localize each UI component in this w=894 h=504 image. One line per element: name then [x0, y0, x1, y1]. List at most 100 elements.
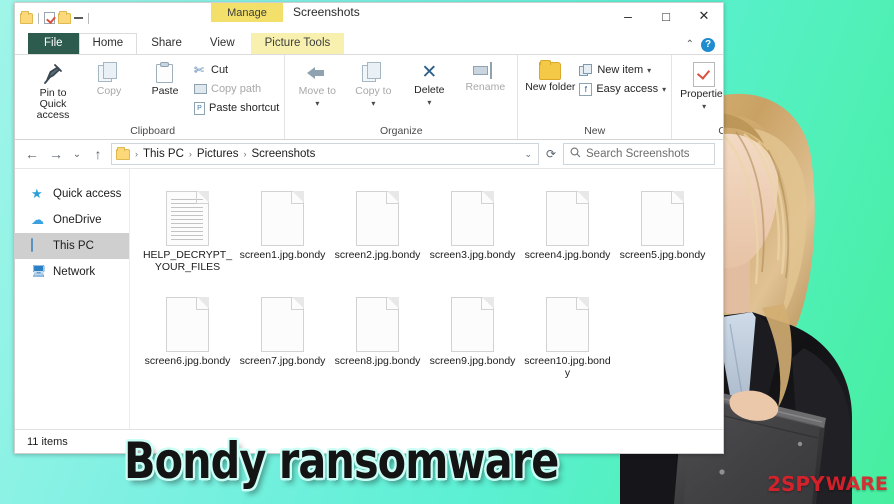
- easy-access-button[interactable]: f Easy access ▾: [579, 81, 666, 97]
- copy-path-button[interactable]: Copy path: [194, 81, 279, 97]
- copy-to-button[interactable]: Copy to ▾: [346, 58, 400, 108]
- blank-file-icon: [261, 296, 304, 352]
- page-fold: [291, 190, 304, 204]
- file-item[interactable]: screen8.jpg.bondy: [330, 289, 425, 389]
- maximize-button[interactable]: □: [647, 3, 685, 29]
- paste-button[interactable]: Paste: [138, 58, 192, 97]
- tab-share[interactable]: Share: [137, 33, 196, 54]
- sidebar-item-label-this-pc: This PC: [53, 240, 94, 252]
- copy-to-caret-icon[interactable]: ▾: [371, 99, 375, 108]
- new-folder-button[interactable]: New folder: [523, 58, 577, 93]
- page-fold: [481, 296, 494, 310]
- paste-shortcut-button[interactable]: P Paste shortcut: [194, 100, 279, 116]
- file-item[interactable]: screen6.jpg.bondy: [140, 289, 235, 389]
- file-item[interactable]: screen3.jpg.bondy: [425, 183, 520, 283]
- file-item[interactable]: screen7.jpg.bondy: [235, 289, 330, 389]
- breadcrumb-separator-1: ›: [188, 149, 192, 159]
- breadcrumb-item-this-pc[interactable]: This PC: [143, 148, 184, 160]
- chevron-up-icon[interactable]: ⌃: [686, 39, 694, 50]
- breadcrumb-item-pictures[interactable]: Pictures: [197, 148, 239, 160]
- document-lines: [171, 198, 203, 240]
- file-item[interactable]: screen10.jpg.bondy: [520, 289, 615, 389]
- file-icon-wrap: [166, 187, 209, 249]
- delete-caret-icon[interactable]: ▾: [427, 98, 431, 107]
- easy-access-caret-icon[interactable]: ▾: [662, 85, 666, 94]
- file-item[interactable]: screen4.jpg.bondy: [520, 183, 615, 283]
- new-item-caret-icon[interactable]: ▾: [647, 66, 651, 75]
- tab-home[interactable]: Home: [78, 33, 138, 54]
- file-icon-wrap: [451, 293, 494, 355]
- up-button[interactable]: ↑: [87, 143, 109, 165]
- pin-to-quick-access-button[interactable]: Pin to Quick access: [26, 58, 80, 121]
- file-item[interactable]: screen2.jpg.bondy: [330, 183, 425, 283]
- properties-icon[interactable]: [44, 12, 55, 24]
- rename-label: Rename: [465, 81, 506, 93]
- file-icon-wrap: [451, 187, 494, 249]
- ribbon-group-open: Properties ▾ Open ▾ Edit Histo: [672, 55, 723, 139]
- file-icon-wrap: [166, 293, 209, 355]
- contextual-tab-group-manage[interactable]: Manage: [211, 3, 283, 22]
- sidebar-item-label-quick-access: Quick access: [53, 188, 122, 200]
- tab-view[interactable]: View: [196, 33, 249, 54]
- recent-locations-button[interactable]: ⌄: [69, 143, 85, 165]
- search-input[interactable]: Search Screenshots: [586, 148, 690, 160]
- file-item[interactable]: screen5.jpg.bondy: [615, 183, 710, 283]
- ribbon-group-label-clipboard: Clipboard: [130, 125, 176, 137]
- new-folder-icon[interactable]: [58, 10, 71, 24]
- file-item[interactable]: screen1.jpg.bondy: [235, 183, 330, 283]
- breadcrumb-item-screenshots[interactable]: Screenshots: [251, 148, 315, 160]
- back-button[interactable]: ←: [21, 143, 43, 165]
- sidebar-item-quick-access[interactable]: ★ Quick access: [15, 181, 129, 207]
- breadcrumb-dropdown-icon[interactable]: ⌄: [524, 149, 534, 160]
- delete-label: Delete: [414, 84, 445, 96]
- properties-caret-icon[interactable]: ▾: [702, 102, 706, 111]
- new-item-label: New item: [597, 64, 644, 76]
- customize-qat-icon[interactable]: [74, 17, 83, 19]
- properties-button[interactable]: Properties ▾: [677, 58, 723, 111]
- cut-button[interactable]: ✄ Cut: [194, 62, 279, 78]
- move-to-caret-icon[interactable]: ▾: [315, 99, 319, 108]
- page-fold: [481, 190, 494, 204]
- item-count-label: 11 items: [27, 435, 68, 448]
- quick-access-toolbar: [15, 3, 91, 27]
- rename-button[interactable]: Rename: [458, 58, 512, 93]
- tab-file[interactable]: File: [28, 33, 79, 54]
- copy-button[interactable]: Copy: [82, 58, 136, 97]
- delete-button[interactable]: ✕ Delete ▾: [402, 58, 456, 107]
- file-item[interactable]: HELP_DECRYPT_YOUR_FILES: [140, 183, 235, 283]
- minimize-button[interactable]: –: [609, 3, 647, 29]
- new-folder-label: New folder: [525, 81, 576, 93]
- copy-label: Copy: [96, 85, 122, 97]
- ribbon-group-organize: Move to ▾ Copy to ▾ ✕ Delete ▾ Rename Or…: [285, 55, 519, 139]
- move-to-button[interactable]: Move to ▾: [290, 58, 344, 108]
- tab-picture-tools[interactable]: Picture Tools: [250, 33, 345, 54]
- organize-buttons: Move to ▾ Copy to ▾ ✕ Delete ▾ Rename: [290, 58, 512, 125]
- refresh-button[interactable]: ⟳: [541, 143, 561, 165]
- file-name-label: screen5.jpg.bondy: [619, 249, 706, 261]
- file-name-label: screen1.jpg.bondy: [239, 249, 326, 261]
- file-icon-wrap: [546, 293, 589, 355]
- sidebar-item-onedrive[interactable]: ☁ OneDrive: [15, 207, 129, 233]
- copy-to-icon: [362, 62, 384, 84]
- file-name-label: screen10.jpg.bondy: [524, 355, 611, 379]
- search-box[interactable]: Search Screenshots: [563, 143, 715, 165]
- sidebar-item-network[interactable]: 🖥 Network: [15, 259, 129, 285]
- file-list-pane[interactable]: HELP_DECRYPT_YOUR_FILES screen1.jpg.bond…: [130, 169, 723, 429]
- folder-icon[interactable]: [20, 10, 33, 24]
- close-button[interactable]: ✕: [685, 3, 723, 29]
- ribbon-tab-strip: File Home Share View Picture Tools ⌃ ?: [15, 33, 723, 55]
- open-buttons: Properties ▾ Open ▾ Edit Histo: [677, 58, 723, 125]
- breadcrumb[interactable]: › This PC › Pictures › Screenshots ⌄: [111, 143, 539, 165]
- paste-shortcut-label: Paste shortcut: [209, 102, 280, 114]
- page-fold: [576, 190, 589, 204]
- file-name-label: screen8.jpg.bondy: [334, 355, 421, 367]
- sidebar-item-label-network: Network: [53, 266, 96, 278]
- watermark: 2SPY WARE: [767, 472, 888, 496]
- new-item-button[interactable]: New item ▾: [579, 62, 666, 78]
- forward-button[interactable]: →: [45, 143, 67, 165]
- file-icon-wrap: [356, 187, 399, 249]
- sidebar-item-this-pc[interactable]: This PC: [15, 233, 129, 259]
- help-icon[interactable]: ?: [701, 37, 715, 52]
- paste-shortcut-icon: P: [194, 101, 205, 115]
- file-item[interactable]: screen9.jpg.bondy: [425, 289, 520, 389]
